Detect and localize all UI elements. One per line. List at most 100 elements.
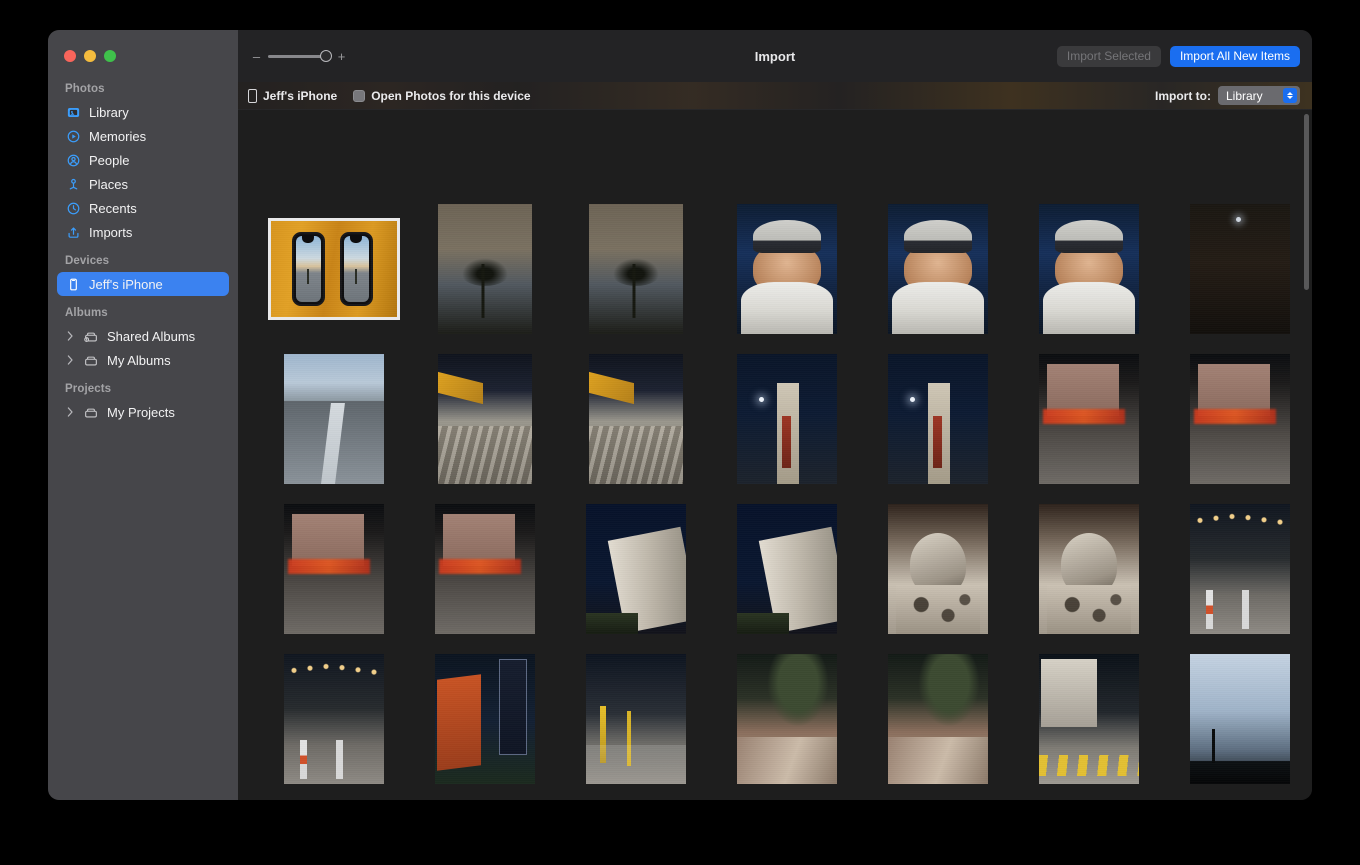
cap-shape bbox=[1054, 219, 1123, 254]
phone-screen bbox=[343, 235, 369, 303]
chevron-up-icon bbox=[1287, 92, 1293, 95]
photo-thumbnail-facade-tilt-2[interactable] bbox=[736, 504, 837, 634]
photo-thumbnail-red-street-4[interactable] bbox=[434, 504, 535, 634]
sidebar: Photos Library Memories People Places Recen… bbox=[48, 30, 238, 800]
zoom-slider-control[interactable]: – + bbox=[252, 49, 346, 63]
photo-thumbnail-selfie-3[interactable] bbox=[1038, 204, 1139, 334]
sidebar-item-library[interactable]: Library bbox=[57, 100, 229, 124]
photo-cell bbox=[862, 502, 1013, 636]
photo-thumbnail-tower-night-2[interactable] bbox=[887, 354, 988, 484]
photo-thumbnail-planter-walk-2[interactable] bbox=[887, 654, 988, 784]
open-photos-checkbox-group[interactable]: Open Photos for this device bbox=[353, 89, 531, 103]
photo-thumbnail-taco-sign[interactable] bbox=[434, 654, 535, 784]
photo-cell bbox=[711, 202, 862, 336]
sidebar-item-label: Places bbox=[89, 176, 129, 192]
photo-thumbnail-tower-night-1[interactable] bbox=[736, 354, 837, 484]
photo-thumbnail-night-dark[interactable] bbox=[1189, 204, 1290, 334]
photo-cell bbox=[409, 202, 560, 336]
memories-icon bbox=[65, 128, 81, 144]
sidebar-item-jeff-s-iphone[interactable]: Jeff's iPhone bbox=[57, 272, 229, 296]
photo-cell bbox=[258, 652, 409, 786]
imports-icon bbox=[65, 224, 81, 240]
zoom-in-icon[interactable]: + bbox=[337, 50, 346, 63]
photo-thumbnail-crosswalk[interactable] bbox=[1038, 654, 1139, 784]
photo-cell bbox=[409, 652, 560, 786]
photo-image bbox=[1189, 504, 1290, 634]
photo-thumbnail-string-lights-2[interactable] bbox=[283, 654, 384, 784]
open-photos-checkbox[interactable] bbox=[353, 89, 366, 102]
sidebar-item-people[interactable]: People bbox=[57, 148, 229, 172]
toolbar: – + Import Import Selected Import All Ne… bbox=[238, 30, 1312, 82]
photo-thumbnail-temple-steps-2[interactable] bbox=[588, 354, 683, 484]
sidebar-section-header: Projects bbox=[65, 383, 112, 395]
library-icon bbox=[65, 104, 81, 120]
sidebar-item-label: My Albums bbox=[107, 352, 171, 368]
cap-shape bbox=[752, 219, 821, 254]
photo-cell bbox=[711, 502, 862, 636]
chevron-right-icon[interactable] bbox=[65, 407, 76, 417]
minimize-button[interactable] bbox=[84, 50, 96, 62]
content-area: – + Import Import Selected Import All Ne… bbox=[238, 30, 1312, 800]
photo-cell bbox=[862, 652, 1013, 786]
photo-thumbnail-facade-tilt-1[interactable] bbox=[585, 504, 686, 634]
import-to-select[interactable]: Library bbox=[1218, 86, 1300, 105]
photo-grid-scroll-area[interactable] bbox=[238, 110, 1312, 800]
photo-thumbnail-palm-dusk-1[interactable] bbox=[437, 204, 532, 334]
photo-cell bbox=[1164, 352, 1312, 486]
photo-thumbnail-yellow-posts[interactable] bbox=[585, 654, 686, 784]
device-name-label: Jeff's iPhone bbox=[263, 88, 338, 103]
close-button[interactable] bbox=[64, 50, 76, 62]
photo-cell bbox=[560, 652, 711, 786]
moon-shape bbox=[758, 396, 764, 402]
photo-image bbox=[1189, 654, 1290, 784]
zoom-slider-knob[interactable] bbox=[320, 50, 332, 62]
sidebar-section-header: Devices bbox=[65, 255, 110, 267]
photo-thumbnail-string-lights-1[interactable] bbox=[1189, 504, 1290, 634]
photo-image bbox=[437, 354, 532, 484]
chevron-right-icon[interactable] bbox=[65, 331, 76, 341]
photo-thumbnail-red-street-1[interactable] bbox=[1038, 354, 1139, 484]
sidebar-item-imports[interactable]: Imports bbox=[57, 220, 229, 244]
photo-thumbnail-dog-couch-2[interactable] bbox=[1038, 504, 1139, 634]
photo-thumbnail-dog-couch-1[interactable] bbox=[887, 504, 988, 634]
sidebar-item-shared-albums[interactable]: Shared Albums bbox=[57, 324, 229, 348]
photo-image bbox=[270, 221, 397, 317]
sidebar-item-label: Library bbox=[89, 104, 129, 120]
photo-image bbox=[585, 654, 686, 784]
photo-thumbnail-palm-dusk-2[interactable] bbox=[588, 204, 683, 334]
sidebar-item-recents[interactable]: Recents bbox=[57, 196, 229, 220]
photo-cell bbox=[560, 110, 711, 186]
sidebar-item-my-albums[interactable]: My Albums bbox=[57, 348, 229, 372]
zoom-slider[interactable] bbox=[268, 49, 332, 63]
sidebar-item-label: My Projects bbox=[107, 404, 175, 420]
photo-thumbnail-phones-on-wood[interactable] bbox=[267, 218, 400, 320]
photo-thumbnail-red-street-3[interactable] bbox=[283, 504, 384, 634]
photo-cell bbox=[1164, 202, 1312, 336]
photo-thumbnail-temple-steps-1[interactable] bbox=[437, 354, 532, 484]
photo-thumbnail-selfie-2[interactable] bbox=[887, 204, 988, 334]
chevron-right-icon[interactable] bbox=[65, 355, 76, 365]
import-all-new-items-button[interactable]: Import All New Items bbox=[1169, 45, 1300, 67]
zoom-out-icon[interactable]: – bbox=[252, 50, 261, 63]
vertical-scrollbar[interactable] bbox=[1304, 114, 1309, 290]
places-icon bbox=[65, 176, 81, 192]
photo-cell bbox=[560, 352, 711, 486]
photo-cell bbox=[711, 652, 862, 786]
photo-image bbox=[434, 654, 535, 784]
zoom-button[interactable] bbox=[104, 50, 116, 62]
photo-thumbnail-planter-walk-1[interactable] bbox=[736, 654, 837, 784]
photo-cell bbox=[1164, 652, 1312, 786]
photo-thumbnail-selfie-1[interactable] bbox=[736, 204, 837, 334]
photo-thumbnail-red-street-2[interactable] bbox=[1189, 354, 1290, 484]
sidebar-item-places[interactable]: Places bbox=[57, 172, 229, 196]
photo-image bbox=[437, 204, 532, 334]
import-to-group: Import to: Library bbox=[1155, 86, 1300, 105]
photo-thumbnail-dusk-palm[interactable] bbox=[1189, 654, 1290, 784]
photo-cell bbox=[258, 202, 409, 336]
photo-image bbox=[585, 504, 686, 634]
photo-thumbnail-road-daylight[interactable] bbox=[283, 354, 384, 484]
photo-image bbox=[1189, 354, 1290, 484]
sidebar-item-memories[interactable]: Memories bbox=[57, 124, 229, 148]
import-selected-button[interactable]: Import Selected bbox=[1056, 45, 1161, 67]
sidebar-item-my-projects[interactable]: My Projects bbox=[57, 400, 229, 424]
